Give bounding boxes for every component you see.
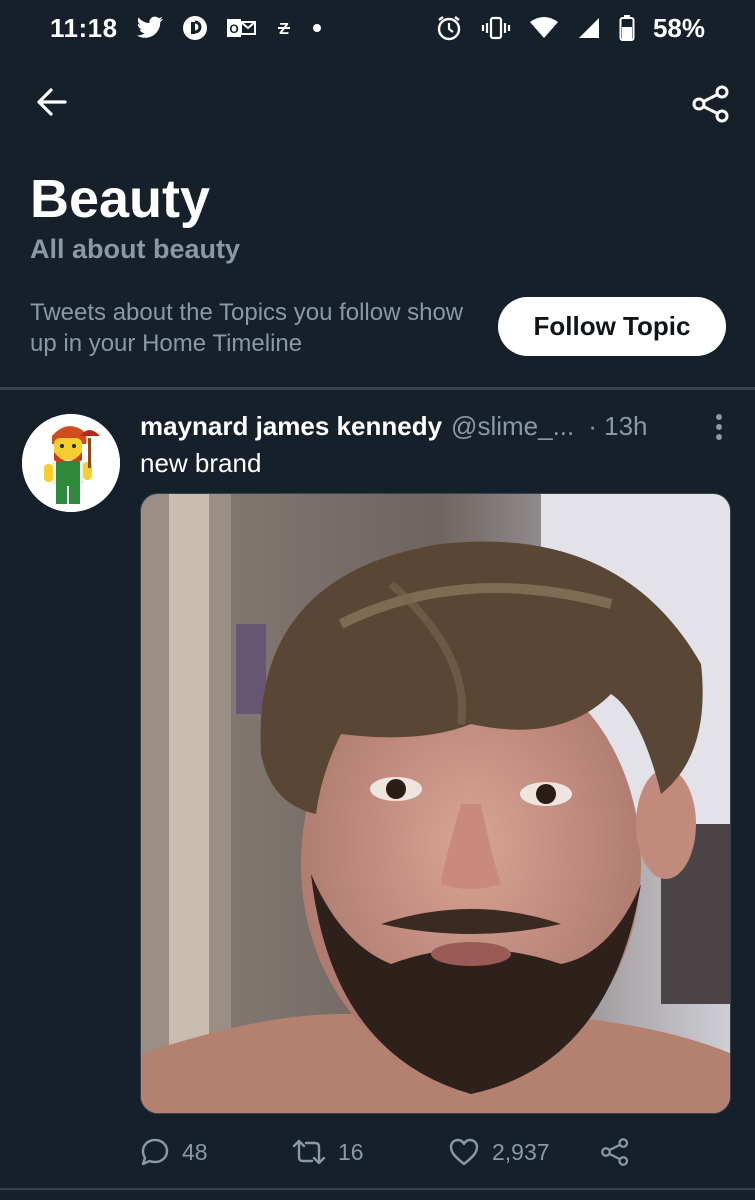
author-handle[interactable]: @slime_... [451,411,574,442]
retweet-count: 16 [338,1138,364,1165]
retweet-button[interactable]: 16 [292,1133,364,1171]
twitter-bird-icon [136,16,164,40]
pocket-casts-icon [182,15,208,41]
lego-figure-avatar [22,414,120,512]
follow-topic-button[interactable]: Follow Topic [498,297,726,356]
reply-count: 48 [182,1138,208,1165]
retweet-icon [292,1139,326,1165]
like-button[interactable]: 2,937 [448,1133,550,1171]
vibrate-icon [481,15,511,41]
signal-icon [577,16,601,40]
tweet-actions: 48 16 2,937 [140,1133,640,1171]
share-tweet-button[interactable] [600,1133,630,1171]
status-right: 58% [435,13,705,44]
tweet[interactable]: maynard james kennedy @slime_... · 13h n… [0,390,755,1190]
battery-percent: 58% [652,12,705,43]
wifi-icon [529,16,559,40]
tweet-media[interactable] [140,493,731,1114]
status-bar: 11:18 O Z 58% [0,0,755,56]
share-button[interactable] [689,82,733,126]
top-nav [0,72,755,132]
tweet-text: new brand [140,448,262,478]
topic-subtitle: All about beauty [30,234,241,264]
avatar[interactable] [22,414,120,512]
more-options-button[interactable] [709,412,729,442]
more-vertical-icon [716,414,722,440]
tweet-time[interactable]: · 13h [588,411,647,442]
battery-icon [619,14,635,42]
topic-note: Tweets about the Topics you follow show … [30,299,464,357]
back-button[interactable] [32,82,72,122]
status-time: 11:18 [50,12,118,43]
author-name[interactable]: maynard james kennedy [140,411,442,442]
arrow-left-icon [37,88,67,116]
svg-text:Z: Z [279,21,289,38]
tweet-header: maynard james kennedy @slime_... · 13h [140,408,710,444]
svg-text:O: O [229,22,238,36]
divider [0,1188,755,1190]
share-icon [601,1138,629,1166]
like-count: 2,937 [492,1138,550,1165]
share-icon [692,85,729,123]
reply-icon [141,1138,169,1166]
alarm-icon [435,14,463,42]
photo [141,494,730,1113]
status-left: 11:18 O Z [50,13,322,44]
heart-icon [449,1138,479,1166]
tidal-icon: Z [274,16,294,40]
reply-button[interactable]: 48 [140,1133,208,1171]
dot-icon [312,23,322,33]
topic-title: Beauty [30,169,211,229]
outlook-icon: O [226,16,256,40]
